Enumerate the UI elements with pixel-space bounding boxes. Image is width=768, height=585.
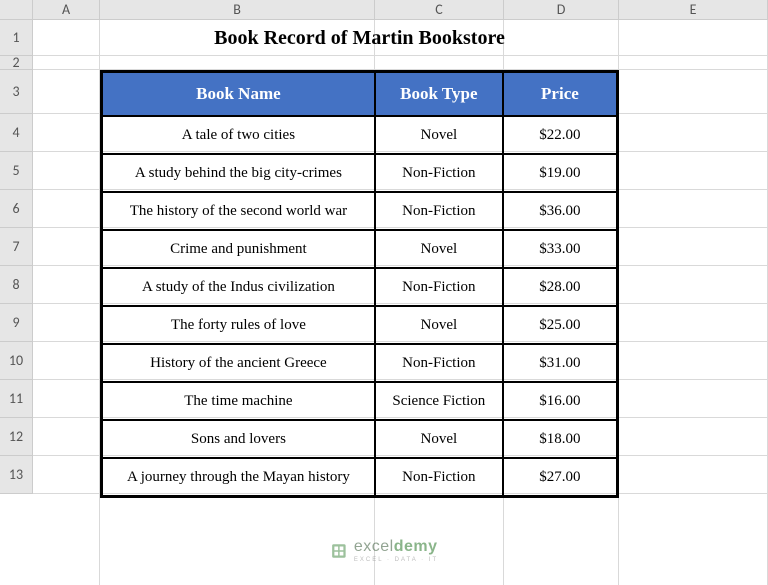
table-header-price[interactable]: Price xyxy=(503,72,617,116)
table-cell-name[interactable]: Crime and punishment xyxy=(102,230,375,268)
table-cell-name[interactable]: The history of the second world war xyxy=(102,192,375,230)
table-cell-price[interactable]: $25.00 xyxy=(503,306,617,344)
table-cell-name[interactable]: The time machine xyxy=(102,382,375,420)
table-cell-price[interactable]: $28.00 xyxy=(503,268,617,306)
row-header-4[interactable]: 4 xyxy=(0,114,33,152)
table-cell-price[interactable]: $18.00 xyxy=(503,420,617,458)
table-row: A journey through the Mayan historyNon-F… xyxy=(102,458,617,496)
row-header-6[interactable]: 6 xyxy=(0,190,33,228)
table-row: Sons and loversNovel$18.00 xyxy=(102,420,617,458)
table-cell-type[interactable]: Non-Fiction xyxy=(375,154,503,192)
book-table: Book NameBook TypePriceA tale of two cit… xyxy=(100,70,619,498)
table-row: Crime and punishmentNovel$33.00 xyxy=(102,230,617,268)
column-header-a[interactable]: A xyxy=(33,0,100,20)
table-cell-name[interactable]: A tale of two cities xyxy=(102,116,375,154)
table-cell-price[interactable]: $22.00 xyxy=(503,116,617,154)
row-header-13[interactable]: 13 xyxy=(0,456,33,494)
table-cell-name[interactable]: A study behind the big city-crimes xyxy=(102,154,375,192)
row-header-8[interactable]: 8 xyxy=(0,266,33,304)
row-headers: 12345678910111213 xyxy=(0,20,33,494)
table-cell-price[interactable]: $27.00 xyxy=(503,458,617,496)
table-cell-price[interactable]: $19.00 xyxy=(503,154,617,192)
column-header-b[interactable]: B xyxy=(100,0,375,20)
table-cell-price[interactable]: $16.00 xyxy=(503,382,617,420)
table-cell-name[interactable]: A journey through the Mayan history xyxy=(102,458,375,496)
column-headers: ABCDE xyxy=(33,0,768,20)
select-all-corner[interactable] xyxy=(0,0,33,20)
table-cell-type[interactable]: Non-Fiction xyxy=(375,458,503,496)
row-header-9[interactable]: 9 xyxy=(0,304,33,342)
column-header-e[interactable]: E xyxy=(619,0,768,20)
table-row: A tale of two citiesNovel$22.00 xyxy=(102,116,617,154)
table-cell-type[interactable]: Novel xyxy=(375,116,503,154)
table-cell-price[interactable]: $36.00 xyxy=(503,192,617,230)
watermark-brand: exceldemy xyxy=(354,539,438,555)
row-header-2[interactable]: 2 xyxy=(0,56,33,70)
table-cell-type[interactable]: Non-Fiction xyxy=(375,344,503,382)
page-title: Book Record of Martin Bookstore xyxy=(100,20,619,56)
table-cell-type[interactable]: Science Fiction xyxy=(375,382,503,420)
watermark-tagline: EXCEL · DATA · IT xyxy=(354,557,438,563)
table-header-type[interactable]: Book Type xyxy=(375,72,503,116)
row-header-3[interactable]: 3 xyxy=(0,70,33,114)
row-header-12[interactable]: 12 xyxy=(0,418,33,456)
row-header-7[interactable]: 7 xyxy=(0,228,33,266)
table-cell-name[interactable]: History of the ancient Greece xyxy=(102,344,375,382)
table-row: The forty rules of loveNovel$25.00 xyxy=(102,306,617,344)
column-header-c[interactable]: C xyxy=(375,0,504,20)
watermark-text: exceldemy EXCEL · DATA · IT xyxy=(354,539,438,563)
table-cell-type[interactable]: Novel xyxy=(375,420,503,458)
column-header-d[interactable]: D xyxy=(504,0,619,20)
table-cell-type[interactable]: Novel xyxy=(375,230,503,268)
table-row: The history of the second world warNon-F… xyxy=(102,192,617,230)
spreadsheet: ABCDE 12345678910111213 Book Record of M… xyxy=(0,0,768,585)
table-row: A study behind the big city-crimesNon-Fi… xyxy=(102,154,617,192)
table-cell-type[interactable]: Non-Fiction xyxy=(375,268,503,306)
row-header-11[interactable]: 11 xyxy=(0,380,33,418)
table-cell-name[interactable]: The forty rules of love xyxy=(102,306,375,344)
watermark: exceldemy EXCEL · DATA · IT xyxy=(330,539,438,563)
row-header-5[interactable]: 5 xyxy=(0,152,33,190)
table-cell-name[interactable]: A study of the Indus civilization xyxy=(102,268,375,306)
table-cell-price[interactable]: $33.00 xyxy=(503,230,617,268)
table-cell-price[interactable]: $31.00 xyxy=(503,344,617,382)
table-row: The time machineScience Fiction$16.00 xyxy=(102,382,617,420)
table-cell-type[interactable]: Non-Fiction xyxy=(375,192,503,230)
table-cell-name[interactable]: Sons and lovers xyxy=(102,420,375,458)
row-header-1[interactable]: 1 xyxy=(0,20,33,56)
table-cell-type[interactable]: Novel xyxy=(375,306,503,344)
cell-area[interactable]: Book Record of Martin Bookstore Book Name… xyxy=(33,20,768,585)
table-row: A study of the Indus civilizationNon-Fic… xyxy=(102,268,617,306)
logo-icon xyxy=(330,542,348,560)
row-header-10[interactable]: 10 xyxy=(0,342,33,380)
table-header-name[interactable]: Book Name xyxy=(102,72,375,116)
table-row: History of the ancient GreeceNon-Fiction… xyxy=(102,344,617,382)
